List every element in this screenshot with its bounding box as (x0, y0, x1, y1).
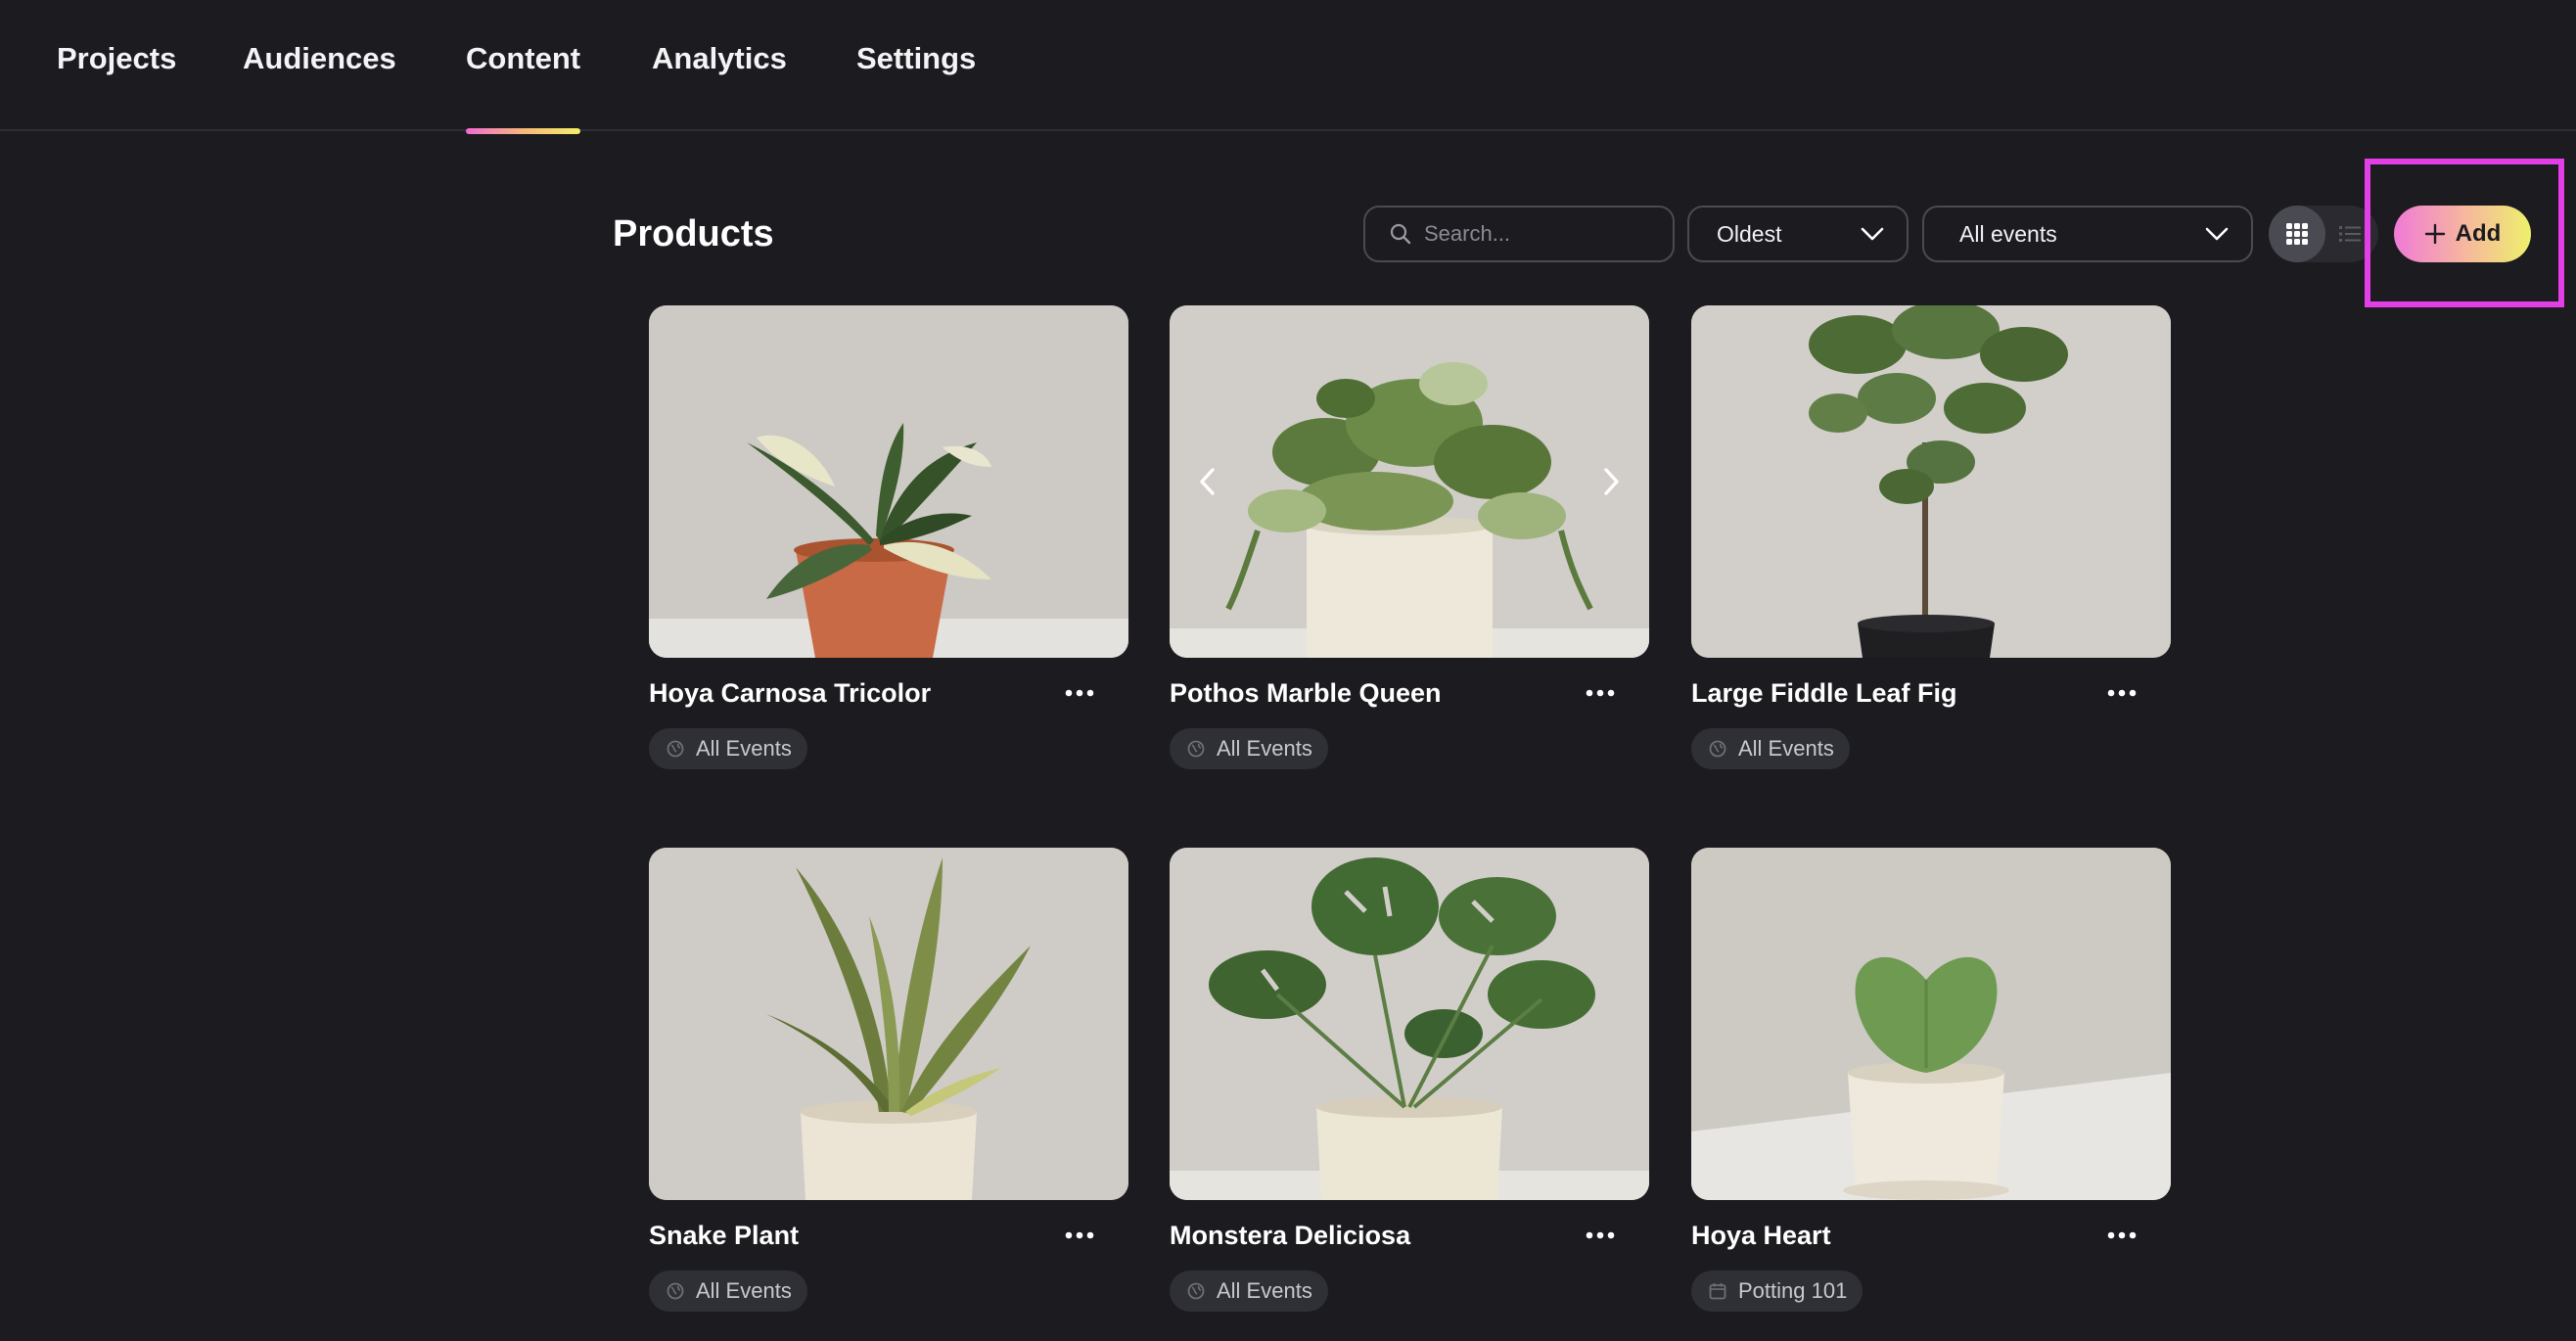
more-horizontal-icon (1065, 1231, 1094, 1239)
search-icon (1390, 223, 1411, 245)
product-title: Hoya Carnosa Tricolor (649, 678, 932, 708)
globe-icon (1187, 740, 1205, 758)
tab-audiences[interactable]: Audiences (243, 37, 396, 80)
plus-icon (2424, 223, 2445, 245)
top-navigation: Projects Audiences Content Analytics Set… (0, 0, 2576, 134)
active-tab-indicator (466, 128, 580, 134)
product-image[interactable] (1691, 305, 2171, 658)
more-options-button[interactable] (2094, 1216, 2149, 1255)
list-icon (2339, 226, 2361, 242)
sort-dropdown[interactable]: Oldest (1687, 206, 1909, 262)
chevron-right-icon (1604, 468, 1619, 495)
more-options-button[interactable] (1573, 1216, 1628, 1255)
more-horizontal-icon (2107, 1231, 2137, 1239)
view-toggle (2269, 206, 2378, 262)
globe-icon (1187, 1282, 1205, 1300)
event-tag-label: All Events (1217, 1278, 1312, 1303)
search-box[interactable] (1363, 206, 1675, 262)
chevron-left-icon (1200, 468, 1215, 495)
carousel-next-button[interactable] (1592, 462, 1632, 501)
more-horizontal-icon (1586, 689, 1615, 697)
more-horizontal-icon (2107, 689, 2137, 697)
event-tag: All Events (649, 728, 807, 769)
event-tag-label: All Events (696, 736, 792, 761)
product-title: Pothos Marble Queen (1170, 678, 1442, 708)
globe-icon (1709, 740, 1726, 758)
product-title: Snake Plant (649, 1221, 800, 1250)
tab-settings[interactable]: Settings (856, 37, 976, 80)
event-tag-label: Potting 101 (1738, 1278, 1848, 1303)
globe-icon (667, 1282, 684, 1300)
add-button-label: Add (2455, 220, 2502, 247)
more-options-button[interactable] (2094, 673, 2149, 713)
page-title: Products (613, 213, 774, 254)
product-image[interactable] (1170, 848, 1649, 1200)
calendar-icon (1709, 1283, 1726, 1300)
product-image[interactable] (1170, 305, 1649, 658)
more-horizontal-icon (1065, 689, 1094, 697)
event-tag: All Events (1691, 728, 1850, 769)
product-image[interactable] (649, 848, 1128, 1200)
event-filter-value: All events (1959, 220, 2057, 247)
event-tag: All Events (649, 1271, 807, 1312)
carousel-prev-button[interactable] (1187, 462, 1226, 501)
grid-icon (2286, 223, 2308, 245)
more-options-button[interactable] (1573, 673, 1628, 713)
search-input[interactable] (1422, 220, 1641, 248)
event-tag: Potting 101 (1691, 1271, 1863, 1312)
tab-projects[interactable]: Projects (57, 37, 176, 80)
product-image[interactable] (1691, 848, 2171, 1200)
more-options-button[interactable] (1052, 1216, 1107, 1255)
event-tag-label: All Events (1217, 736, 1312, 761)
event-tag: All Events (1170, 728, 1328, 769)
more-options-button[interactable] (1052, 673, 1107, 713)
more-horizontal-icon (1586, 1231, 1615, 1239)
event-tag-label: All Events (1738, 736, 1834, 761)
add-button[interactable]: Add (2394, 206, 2531, 262)
list-view-button[interactable] (2322, 206, 2378, 262)
event-tag: All Events (1170, 1271, 1328, 1312)
globe-icon (667, 740, 684, 758)
product-title: Monstera Deliciosa (1170, 1221, 1411, 1250)
event-filter-dropdown[interactable]: All events (1922, 206, 2253, 262)
chevron-down-icon (2205, 227, 2229, 241)
tab-analytics[interactable]: Analytics (652, 37, 787, 80)
chevron-down-icon (1861, 227, 1884, 241)
product-image[interactable] (649, 305, 1128, 658)
product-title: Hoya Heart (1691, 1221, 1831, 1250)
product-title: Large Fiddle Leaf Fig (1691, 678, 1957, 708)
grid-view-button[interactable] (2269, 206, 2325, 262)
sort-dropdown-value: Oldest (1717, 220, 1782, 247)
event-tag-label: All Events (696, 1278, 792, 1303)
tab-content[interactable]: Content (466, 37, 580, 80)
